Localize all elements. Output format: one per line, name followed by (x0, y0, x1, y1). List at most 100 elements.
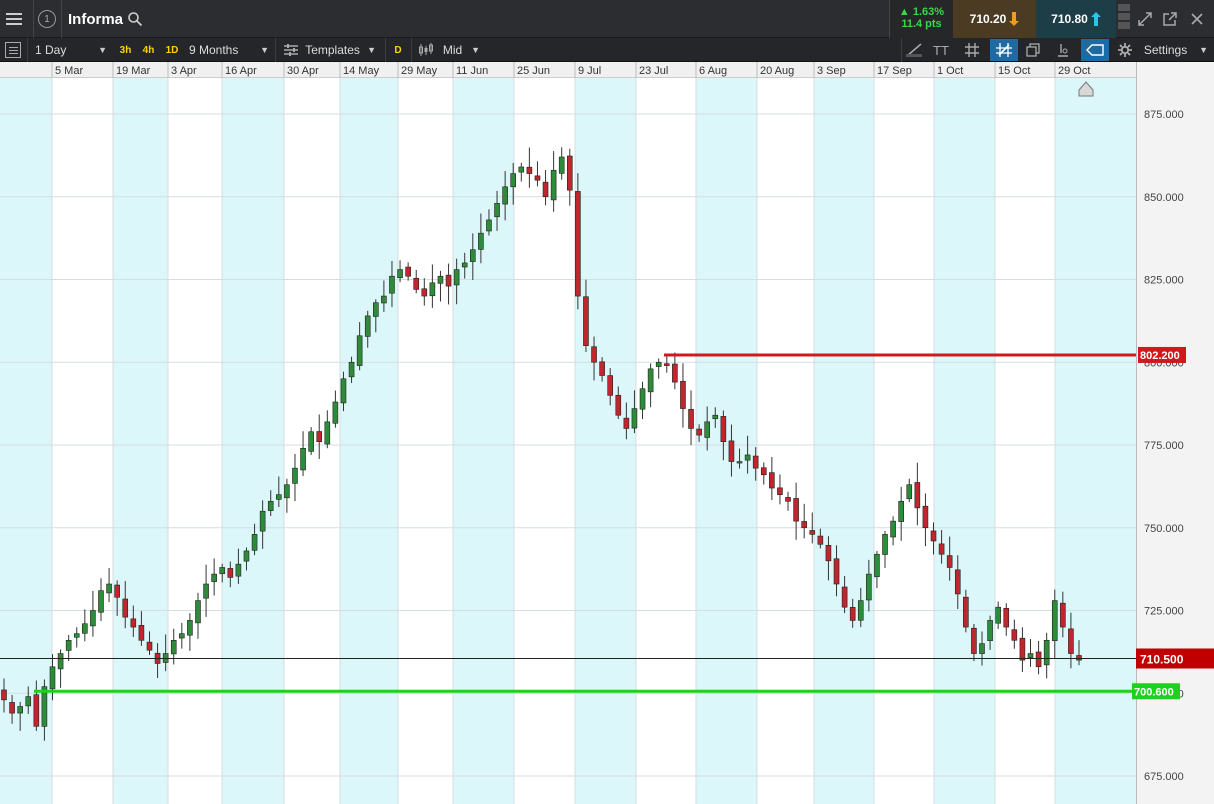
x-tick-label: 14 May (343, 65, 380, 77)
menu-icon[interactable] (6, 10, 28, 28)
candle-body (728, 440, 735, 462)
candle-body (324, 421, 331, 445)
candle-body (469, 249, 476, 262)
market-symbol[interactable]: Informa (68, 10, 123, 28)
candle-body (73, 633, 80, 638)
candle-body (971, 627, 977, 654)
interval-select[interactable]: 1 Day ▼ (30, 38, 112, 62)
candle-body (866, 573, 872, 601)
date-band (1055, 78, 1136, 804)
candle-body (397, 269, 403, 279)
candle-body (688, 409, 694, 429)
candle-body (65, 639, 72, 651)
price-type-label: Mid (442, 43, 463, 57)
candle-body (655, 361, 662, 367)
sell-price: 710.20 (969, 12, 1007, 26)
deal-ticket-icon[interactable] (1118, 4, 1132, 34)
price-chart[interactable]: 875.000 850.000 825.000 800.000 775.000 750.0… (0, 78, 1214, 804)
candle-body (510, 173, 517, 188)
candle-body (1035, 651, 1042, 668)
grid-icon[interactable] (962, 41, 982, 59)
candle-body (769, 472, 775, 489)
candle-body (243, 550, 250, 562)
date-band (113, 78, 168, 804)
candle-body (259, 510, 266, 532)
candle-body (712, 414, 719, 420)
resistance-label: 802.200 (1140, 350, 1180, 362)
candle-body (760, 467, 767, 476)
x-tick-label: 17 Sep (877, 65, 912, 77)
x-tick-label: 25 Jun (517, 65, 550, 77)
interval-3h-button[interactable]: 3h (116, 41, 135, 59)
x-tick-label: 15 Oct (998, 65, 1030, 77)
expand-icon[interactable] (1137, 10, 1153, 28)
x-tick-label: 20 Aug (760, 65, 794, 77)
info-icon[interactable]: 1 (38, 10, 56, 28)
candle-body (187, 620, 193, 636)
interval-4h-button[interactable]: 4h (139, 41, 158, 59)
candle-body (841, 586, 848, 608)
candle-body (575, 191, 581, 297)
candle-body (1068, 628, 1074, 654)
candle-body (720, 416, 727, 442)
date-band (995, 78, 1055, 804)
candle-body (954, 569, 961, 595)
candle-body (809, 530, 816, 535)
text-tool-icon[interactable]: TT (930, 41, 952, 59)
candle-body (429, 282, 436, 297)
candle-body (898, 500, 904, 522)
candle-body (1060, 602, 1066, 628)
settings-button[interactable]: Settings ▼ (1114, 38, 1212, 62)
x-tick-label: 6 Aug (699, 65, 727, 77)
interval-1d-button[interactable]: 1D (162, 41, 182, 59)
x-tick-label: 30 Apr (287, 65, 319, 77)
candle-body (170, 639, 177, 655)
close-icon[interactable] (1189, 10, 1205, 28)
candle-body (373, 302, 379, 317)
buy-button[interactable]: 710.80 (1036, 0, 1116, 38)
candle-body (930, 530, 937, 542)
candle-body (1, 689, 7, 701)
date-axis: 5 Mar 19 Mar 3 Apr 16 Apr 30 Apr 14 May 29 May… (0, 62, 1214, 78)
templates-select[interactable]: Templates ▼ (280, 38, 380, 62)
candle-body (793, 498, 799, 522)
sell-button[interactable]: 710.20 (953, 0, 1036, 38)
candle-body (284, 484, 290, 499)
range-label: 9 Months (189, 43, 239, 57)
candle-body (849, 607, 856, 621)
candle-body (744, 454, 751, 461)
candle-body (526, 166, 533, 174)
candle-body (906, 484, 913, 500)
indicator-icon[interactable] (1053, 41, 1073, 59)
price-type-select[interactable]: Mid ▼ (414, 38, 484, 62)
candle-body (461, 262, 468, 268)
candle-body (25, 696, 32, 707)
candle-body (138, 625, 145, 641)
candle-body (90, 610, 96, 627)
candle-body (599, 361, 605, 376)
chart-list-icon[interactable] (5, 42, 21, 58)
draw-line-icon[interactable] (904, 41, 924, 59)
range-select[interactable]: 9 Months ▼ (185, 38, 273, 62)
candlestick-chart[interactable]: 875.000850.000825.000800.000775.000750.0… (0, 78, 1214, 804)
x-tick-label: 23 Jul (639, 65, 668, 77)
candle-body (583, 296, 589, 346)
candle-body (914, 482, 921, 509)
arrow-up-icon (1090, 12, 1101, 26)
candle-body (389, 275, 395, 294)
x-tick-label: 9 Jul (578, 65, 601, 77)
crosshair-icon[interactable] (990, 39, 1018, 61)
search-icon[interactable] (126, 10, 144, 28)
y-tick-label: 775.000 (1144, 440, 1184, 452)
interval-label: 1 Day (35, 43, 67, 57)
popout-icon[interactable] (1162, 10, 1178, 28)
candle-body (332, 401, 339, 424)
layers-icon[interactable] (1023, 41, 1043, 59)
candle-body (340, 378, 347, 404)
candle-body (356, 335, 363, 366)
candle-body (938, 543, 945, 555)
candle-body (623, 417, 630, 429)
period-d-button[interactable]: D (389, 41, 407, 59)
tag-icon[interactable] (1081, 39, 1109, 61)
candle-body (542, 181, 549, 198)
